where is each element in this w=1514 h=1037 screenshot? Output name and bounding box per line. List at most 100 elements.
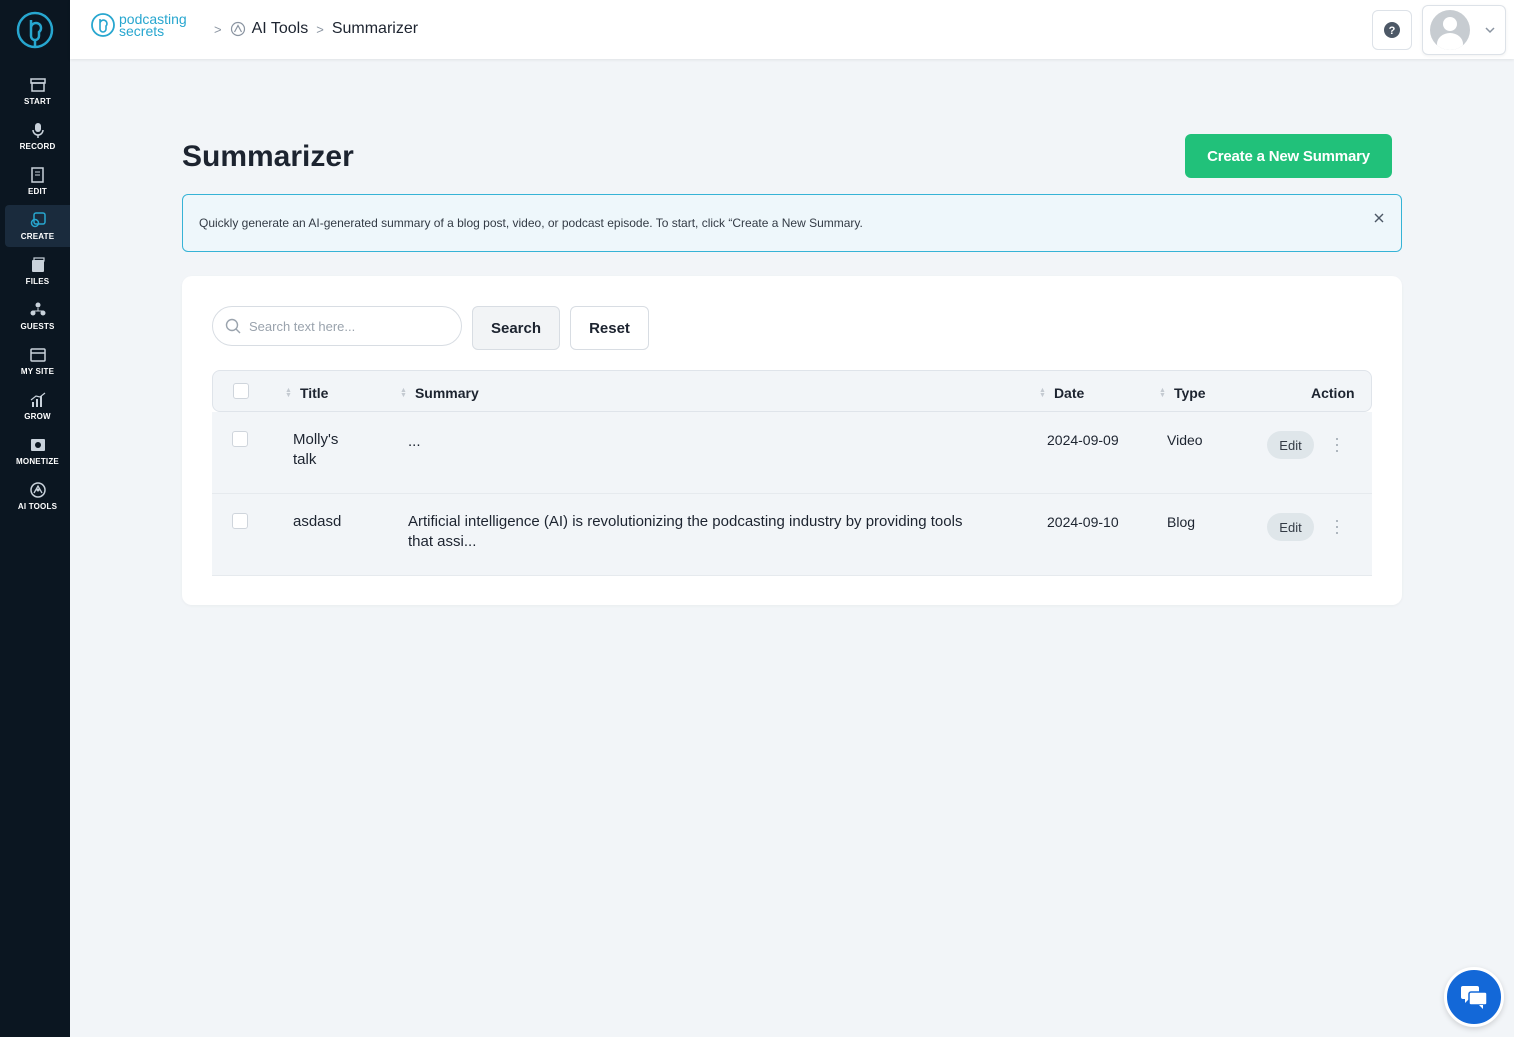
info-alert-text: Quickly generate an AI-generated summary… [199,216,863,230]
row-type: Video [1167,432,1203,448]
sidebar-item-record[interactable]: RECORD [5,115,70,157]
row-title: Molly's talk [293,430,338,470]
column-title[interactable]: ▲ ▼ Title [285,385,328,401]
sidebar-item-label: FILES [25,277,50,286]
brand-line-2: secrets [119,23,165,39]
row-summary: ... [408,432,1018,452]
row-summary-line: ... [408,433,421,450]
breadcrumb-current: Summarizer [331,20,419,37]
sort-icon: ▲ ▼ [285,387,292,399]
sidebar-item-guests[interactable]: GUESTS [5,295,70,337]
chart-icon [30,392,45,407]
row-date: 2024-09-10 [1047,514,1119,530]
row-summary-line: Artificial intelligence (AI) is revoluti… [408,513,963,530]
create-icon [30,212,46,228]
row-title: asdasd [293,512,341,532]
column-type-label: Type [1173,385,1206,401]
edit-icon [30,167,44,183]
sidebar-item-edit[interactable]: EDIT [5,160,70,202]
sort-icon: ▲ ▼ [1159,387,1166,399]
column-type[interactable]: ▲ ▼ Type [1159,385,1206,401]
reset-button[interactable]: Reset [570,306,649,350]
row-checkbox[interactable] [232,431,248,447]
row-checkbox[interactable] [232,513,248,529]
svg-text:?: ? [1389,25,1396,37]
sidebar-item-label: GUESTS [20,322,55,331]
brand-logo[interactable]: podcasting secrets [90,12,187,38]
page-title: Summarizer [182,140,354,173]
row-title-line: asdasd [293,513,342,530]
sidebar-item-start[interactable]: START [5,70,70,112]
user-menu-button[interactable] [1422,5,1506,55]
monetize-icon [30,439,45,451]
column-date-label: Date [1053,385,1085,401]
column-summary[interactable]: ▲ ▼ Summary [400,385,479,401]
sidebar-item-label: EDIT [27,187,48,196]
search-input[interactable] [249,318,439,334]
row-type: Blog [1167,514,1196,530]
edit-button[interactable]: Edit [1267,513,1314,541]
column-date[interactable]: ▲ ▼ Date [1039,385,1084,401]
search-button[interactable]: Search [472,306,560,350]
table-header: ▲ ▼ Title ▲ ▼ Summary ▲ ▼ Date ▲ ▼ Type Acti… [212,370,1372,412]
sidebar-item-files[interactable]: FILES [5,250,70,292]
microphone-icon [31,123,44,138]
podcasting-secrets-mark-icon [91,13,115,37]
more-options-icon[interactable] [1334,520,1340,534]
summaries-card: Search Reset ▲▼ Title ▲▼ Summary ▲▼ Date… [182,276,1402,605]
chevron-right-icon: > [316,21,324,37]
column-action: Action [1311,385,1355,401]
sidebar-item-label: START [23,97,52,106]
breadcrumb-ai-tools[interactable]: AI Tools [252,20,309,38]
sidebar-item-label: GROW [24,412,51,421]
column-action-label: Action [1311,385,1355,401]
website-icon [29,348,46,362]
podcasting-secrets-logo-icon[interactable] [15,10,55,50]
sort-icon: ▲ ▼ [1039,387,1046,399]
chevron-down-icon [1485,27,1495,34]
breadcrumb: > AI Tools > Summarizer [206,20,418,38]
sidebar-item-monetize[interactable]: MONETIZE [5,430,70,472]
top-header: podcasting secrets > AI Tools > Summariz… [70,0,1514,59]
sidebar-item-create[interactable]: CREATE [5,205,70,247]
avatar [1430,10,1470,50]
store-icon [29,78,46,92]
sidebar-item-label: CREATE [20,232,55,241]
row-title-line: Molly's [293,431,339,448]
search-icon [225,318,241,334]
close-icon[interactable] [1371,210,1387,226]
row-title-line: talk [293,451,317,468]
row-summary: Artificial intelligence (AI) is revoluti… [408,512,1018,552]
column-summary-label: Summary [414,385,479,401]
info-alert: Quickly generate an AI-generated summary… [182,194,1402,252]
row-date: 2024-09-09 [1047,432,1119,448]
help-button[interactable]: ? [1372,10,1412,50]
sidebar-item-label: RECORD [19,142,56,151]
sidebar-item-label: AI TOOLS [17,502,58,511]
sidebar-item-label: MY SITE [20,367,55,376]
summaries-table: ▲ ▼ Title ▲ ▼ Summary ▲ ▼ Date ▲ ▼ Type Acti… [212,370,1372,576]
sort-icon: ▲ ▼ [400,387,407,399]
row-summary-line: that assi... [408,533,477,550]
sidebar: START RECORD EDIT CREATE FILES GUESTS MY… [0,0,70,1037]
chevron-right-icon: > [214,21,222,37]
chat-widget-button[interactable] [1444,967,1504,1027]
sidebar-item-ai-tools[interactable]: AI TOOLS [5,475,70,517]
guests-icon [30,302,45,316]
chat-icon [1461,986,1488,1009]
help-icon: ? [1384,22,1400,38]
sidebar-item-my-site[interactable]: MY SITE [5,340,70,382]
select-all-checkbox[interactable] [233,383,249,399]
ai-tools-icon [29,482,46,498]
sidebar-item-grow[interactable]: GROW [5,385,70,427]
ai-tools-icon [230,21,245,37]
sidebar-item-label: MONETIZE [16,457,59,466]
table-row: asdasd Artificial intelligence (AI) is r… [212,494,1372,576]
create-new-summary-button[interactable]: Create a New Summary [1185,134,1392,178]
column-title-label: Title [299,385,329,401]
files-icon [31,257,45,272]
more-options-icon[interactable] [1334,438,1340,452]
search-box [212,306,462,346]
edit-button[interactable]: Edit [1267,431,1314,459]
table-row: Molly's talk ... 2024-09-09 Video Edit [212,412,1372,494]
